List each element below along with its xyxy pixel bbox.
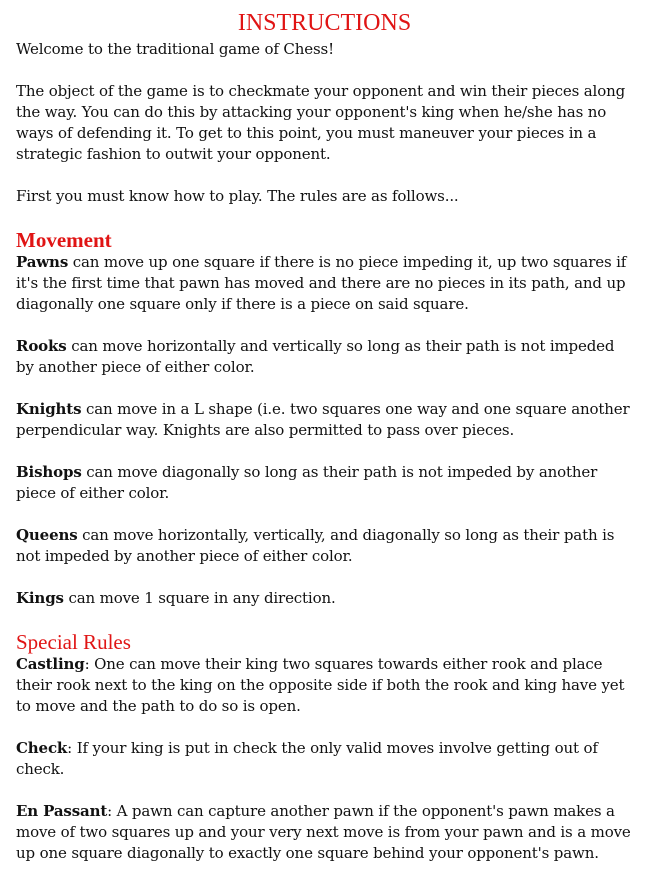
term-label: Check [16,739,68,757]
term-description: can move horizontally, vertically, and d… [16,526,615,565]
term-description: : If your king is put in check the only … [16,739,598,778]
movement-item-knights: Knights can move in a L shape (i.e. two … [16,399,633,441]
term-description: can move diagonally so long as their pat… [16,463,598,502]
page-title: INSTRUCTIONS [237,10,412,36]
term-label: Bishops [16,463,82,481]
term-label: Pawns [16,253,69,271]
movement-item-kings: Kings can move 1 square in any direction… [16,588,633,609]
term-label: En Passant [16,802,108,820]
movement-heading: Movement [16,228,112,252]
term-description: can move 1 square in any direction. [63,589,336,607]
special-rule-castling: Castling: One can move their king two sq… [16,654,633,717]
movement-item-bishops: Bishops can move diagonally so long as t… [16,462,633,504]
term-description: can move up one square if there is no pi… [16,253,627,313]
movement-item-pawns: Pawns can move up one square if there is… [16,252,633,315]
term-description: can move horizontally and vertically so … [16,337,615,376]
special-rule-check: Check: If your king is put in check the … [16,738,633,780]
special-rules-heading: Special Rules [16,630,131,654]
movement-item-queens: Queens can move horizontally, vertically… [16,525,633,567]
term-label: Rooks [16,337,67,355]
term-label: Knights [16,400,82,418]
term-description: can move in a L shape (i.e. two squares … [16,400,630,439]
rules-lead-text: First you must know how to play. The rul… [16,187,459,205]
instructions-page: INSTRUCTIONS Welcome to the traditional … [0,0,647,864]
term-description: : One can move their king two squares to… [16,655,625,715]
term-description: : A pawn can capture another pawn if the… [16,802,631,862]
objective-text: The object of the game is to checkmate y… [16,82,626,163]
special-rule-en-passant: En Passant: A pawn can capture another p… [16,801,633,864]
term-label: Queens [16,526,78,544]
term-label: Kings [16,589,64,607]
term-label: Castling [16,655,85,673]
movement-item-rooks: Rooks can move horizontally and vertical… [16,336,633,378]
welcome-text: Welcome to the traditional game of Chess… [16,40,334,58]
